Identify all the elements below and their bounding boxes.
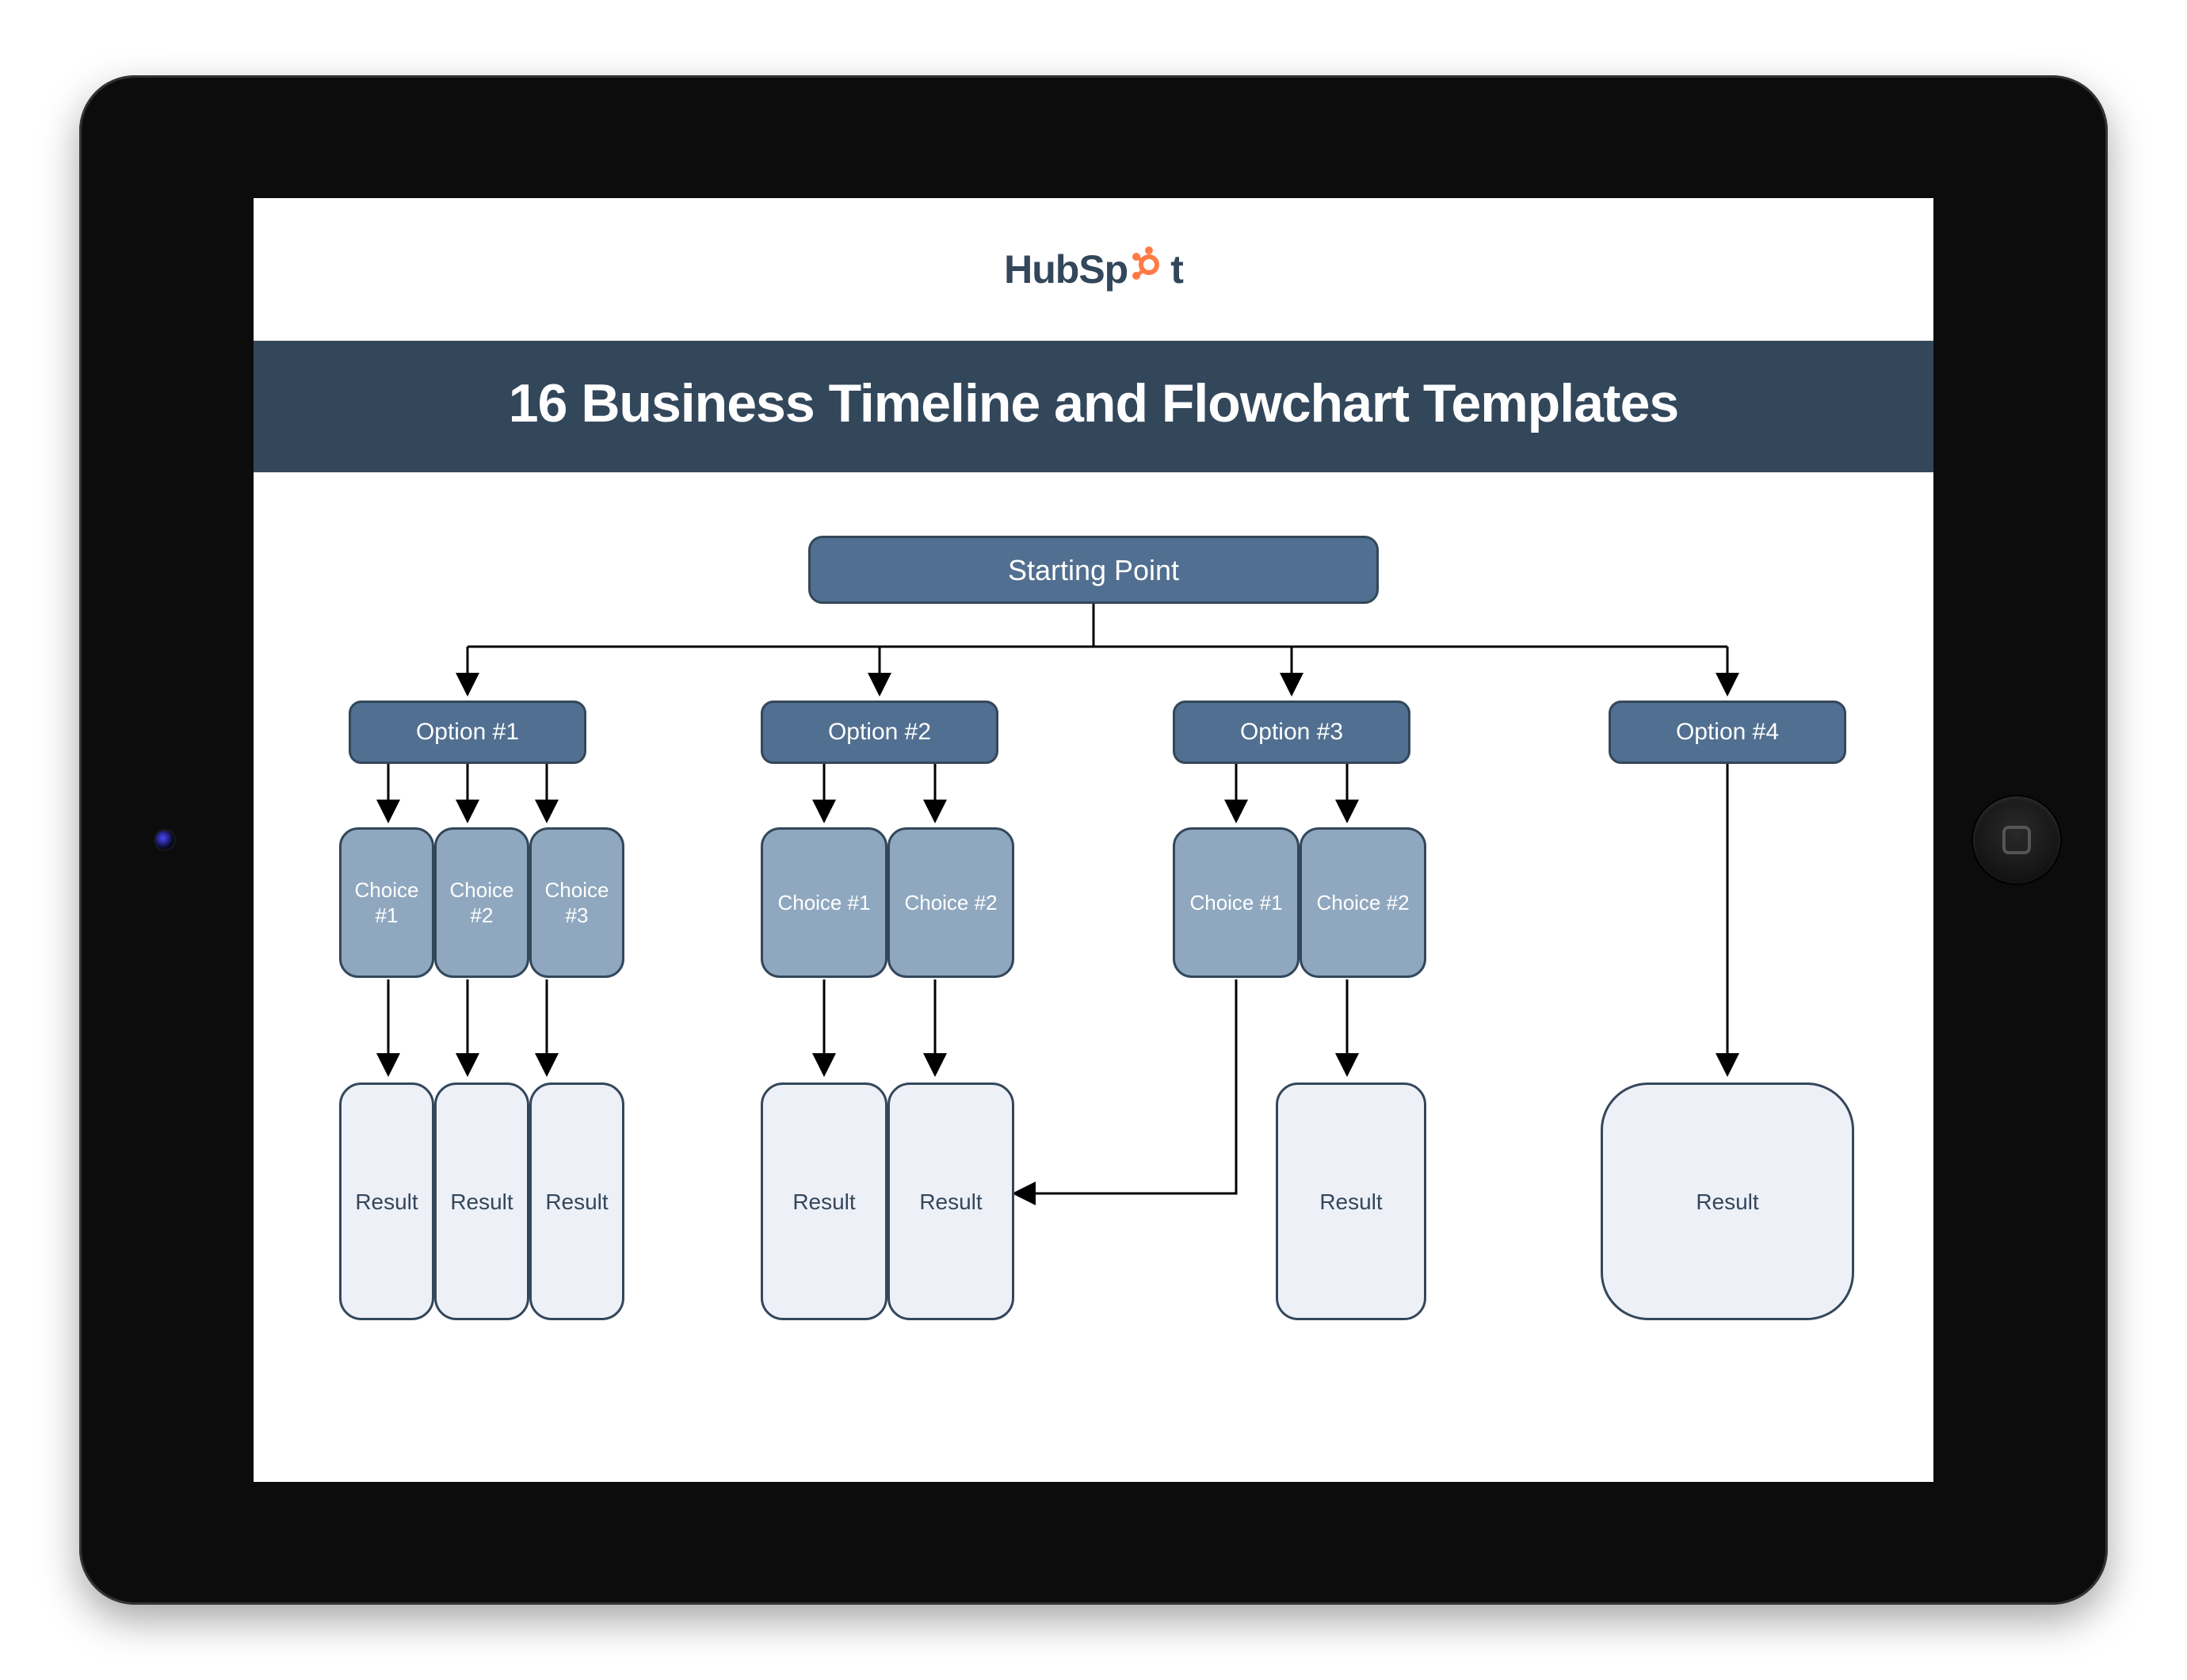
screen: HubSp t 16 Business Timeline and Flowcha… — [254, 198, 1933, 1482]
flow-result-2-1: Result — [761, 1082, 887, 1320]
flowchart: Starting Point Option #1 Option #2 Optio… — [254, 472, 1933, 1447]
flow-result-1-2: Result — [434, 1082, 529, 1320]
brand-text-part1: HubSp — [1004, 246, 1128, 292]
flow-option-3: Option #3 — [1173, 701, 1410, 764]
flow-choice-3-2: Choice #2 — [1300, 827, 1426, 978]
page-title: 16 Business Timeline and Flowchart Templ… — [254, 341, 1933, 472]
brand-logo: HubSp t — [254, 198, 1933, 341]
flow-choice-2-1: Choice #1 — [761, 827, 887, 978]
home-button[interactable] — [1973, 796, 2060, 884]
flow-result-4-1: Result — [1601, 1082, 1854, 1320]
flow-start-node: Starting Point — [808, 536, 1379, 604]
flow-choice-1-2: Choice #2 — [434, 827, 529, 978]
flow-option-1: Option #1 — [349, 701, 586, 764]
flow-result-3-1: Result — [1276, 1082, 1426, 1320]
flow-option-4: Option #4 — [1609, 701, 1846, 764]
brand-text-part2: t — [1170, 246, 1183, 292]
flow-option-2: Option #2 — [761, 701, 998, 764]
flow-result-1-1: Result — [339, 1082, 434, 1320]
flow-choice-1-3: Choice #3 — [529, 827, 624, 978]
flow-choice-2-2: Choice #2 — [887, 827, 1014, 978]
flow-choice-3-1: Choice #1 — [1173, 827, 1300, 978]
flow-choice-1-1: Choice #1 — [339, 827, 434, 978]
tablet-device-frame: HubSp t 16 Business Timeline and Flowcha… — [79, 75, 2108, 1605]
flow-result-2-2: Result — [887, 1082, 1014, 1320]
flow-result-1-3: Result — [529, 1082, 624, 1320]
front-camera-icon — [155, 830, 174, 850]
flow-start-label: Starting Point — [1008, 552, 1179, 588]
sprocket-icon — [1130, 246, 1168, 293]
